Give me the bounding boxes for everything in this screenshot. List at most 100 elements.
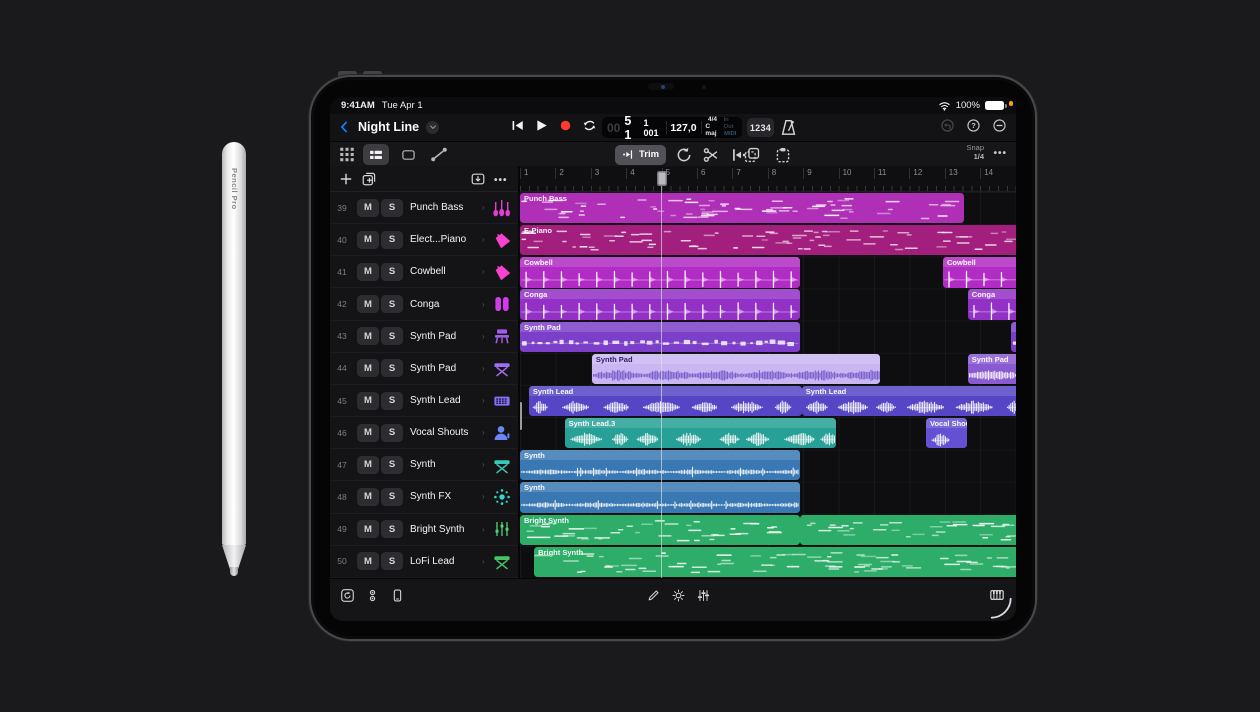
playhead[interactable] [661, 171, 663, 578]
region-inspector-button[interactable] [396, 144, 420, 165]
solo-button[interactable]: S [381, 488, 403, 506]
more-options-button[interactable]: ••• [993, 148, 1007, 159]
track-options-button[interactable]: ••• [494, 175, 510, 191]
track-header-46[interactable]: 46MSVocal Shouts› [330, 417, 518, 449]
region-synth-pad[interactable]: Synth Pad [520, 322, 800, 352]
tracks-view-button[interactable] [363, 144, 389, 165]
solo-button[interactable]: S [381, 552, 403, 570]
solo-button[interactable]: S [381, 295, 403, 313]
solo-button[interactable]: S [381, 199, 403, 217]
copy-button[interactable] [743, 146, 761, 164]
region-synth[interactable]: Synth [520, 450, 800, 480]
rewind-button[interactable] [510, 118, 525, 133]
help-button[interactable]: ? [966, 118, 981, 133]
solo-button[interactable]: S [381, 359, 403, 377]
solo-button[interactable]: S [381, 263, 403, 281]
loop-tool-button[interactable] [675, 146, 693, 164]
duplicate-track-button[interactable] [361, 171, 377, 187]
track-header-39[interactable]: 39MSPunch Bass› [330, 192, 518, 224]
track-header-44[interactable]: 44MSSynth Pad› [330, 353, 518, 385]
track-lanes[interactable]: Punch BassE-PianoCowbellCowbellCongaCong… [520, 192, 1016, 578]
region-synth-lead[interactable]: Synth Lead [529, 386, 802, 416]
project-title[interactable]: Night Line [358, 120, 419, 134]
add-track-button[interactable] [338, 171, 354, 187]
track-header-41[interactable]: 41MSCowbell› [330, 256, 518, 288]
region-bright-synth[interactable]: Bright Synth [520, 515, 800, 545]
mute-button[interactable]: M [357, 231, 379, 249]
mixer-levels-button[interactable] [696, 588, 711, 603]
undo-button[interactable] [940, 118, 955, 133]
solo-button[interactable]: S [381, 456, 403, 474]
hide-controls-button[interactable] [992, 118, 1007, 133]
lcd-display[interactable]: 00 5 1 1 001 127,0 4/4 C maj In Out MIDI [602, 117, 742, 138]
region-synth[interactable]: Synth [520, 482, 800, 512]
cells-view-button[interactable] [338, 144, 356, 165]
paste-button[interactable] [774, 146, 792, 164]
region-cowbell[interactable]: Cowbell [520, 257, 800, 287]
solo-button[interactable]: S [381, 327, 403, 345]
cycle-button[interactable] [582, 118, 597, 133]
play-button[interactable] [534, 118, 549, 133]
region-bright-synth[interactable]: Bright Synth [534, 547, 1016, 577]
mute-button[interactable]: M [357, 359, 379, 377]
plugins-button[interactable] [365, 588, 380, 603]
project-menu-button[interactable] [426, 121, 439, 134]
mute-button[interactable]: M [357, 327, 379, 345]
mute-button[interactable]: M [357, 520, 379, 538]
mute-button[interactable]: M [357, 456, 379, 474]
region-synth-pad[interactable]: Synth Pad [968, 354, 1016, 384]
mute-button[interactable]: M [357, 295, 379, 313]
track-header-42[interactable]: 42MSConga› [330, 288, 518, 320]
mute-button[interactable]: M [357, 424, 379, 442]
trim-tool-button[interactable]: Trim [615, 145, 666, 165]
region-conga[interactable]: Conga [520, 289, 800, 319]
solo-button[interactable]: S [381, 520, 403, 538]
back-button[interactable] [338, 119, 351, 135]
record-button[interactable] [558, 118, 573, 133]
loop-browser-button[interactable] [340, 588, 355, 603]
region-synth-lead-3[interactable]: Synth Lead.3 [565, 418, 836, 448]
pencil-edit-button[interactable] [646, 588, 661, 603]
solo-button[interactable]: S [381, 231, 403, 249]
region-vocal-shouts[interactable]: Vocal Shouts [926, 418, 967, 448]
track-header-45[interactable]: 45MSSynth Lead› [330, 385, 518, 417]
mute-button[interactable]: M [357, 199, 379, 217]
metronome-button[interactable] [779, 118, 798, 137]
region-conga[interactable]: Conga [968, 289, 1016, 319]
region-cowbell[interactable]: Cowbell [943, 257, 1016, 287]
vertical-scrollbar[interactable] [520, 402, 522, 430]
region-label: Synth Lead [533, 387, 573, 396]
region-clip[interactable] [1011, 322, 1016, 352]
bar-ruler[interactable]: 123456789101112131415 [520, 166, 1016, 192]
import-region-button[interactable] [470, 171, 486, 187]
region-synth-lead[interactable]: Synth Lead [802, 386, 1016, 416]
region-waveform [592, 365, 880, 384]
automation-button[interactable] [427, 144, 451, 165]
track-header-48[interactable]: 48MSSynth FX› [330, 481, 518, 513]
split-tool-button[interactable] [702, 146, 720, 164]
mute-button[interactable]: M [357, 263, 379, 281]
smart-controls-button[interactable] [671, 588, 686, 603]
swipe-up-indicator[interactable] [989, 596, 1013, 620]
solo-button[interactable]: S [381, 424, 403, 442]
mute-button[interactable]: M [357, 488, 379, 506]
region-synth-pad[interactable]: Synth Pad [592, 354, 880, 384]
track-header-47[interactable]: 47MSSynth› [330, 449, 518, 481]
region-clip[interactable] [800, 515, 1016, 545]
solo-button[interactable]: S [381, 392, 403, 410]
count-in-button[interactable]: 1234 [747, 118, 774, 137]
track-header-49[interactable]: 49MSBright Synth› [330, 514, 518, 546]
mute-button[interactable]: M [357, 392, 379, 410]
region-e-piano[interactable]: E-Piano [520, 225, 1016, 255]
snap-setting[interactable]: Snap 1/4 [966, 144, 984, 161]
track-name: LoFi Lead [410, 556, 482, 567]
ruler-bar-1: 1 [520, 168, 528, 179]
track-header-40[interactable]: 40MSElect...Piano› [330, 224, 518, 256]
playhead-handle[interactable] [657, 171, 667, 186]
track-header-50[interactable]: 50MSLoFi Lead› [330, 546, 518, 578]
mute-button[interactable]: M [357, 552, 379, 570]
track-number: 40 [330, 235, 354, 245]
region-punch-bass[interactable]: Punch Bass [520, 193, 964, 223]
device-button[interactable] [390, 588, 405, 603]
track-header-43[interactable]: 43MSSynth Pad› [330, 321, 518, 353]
